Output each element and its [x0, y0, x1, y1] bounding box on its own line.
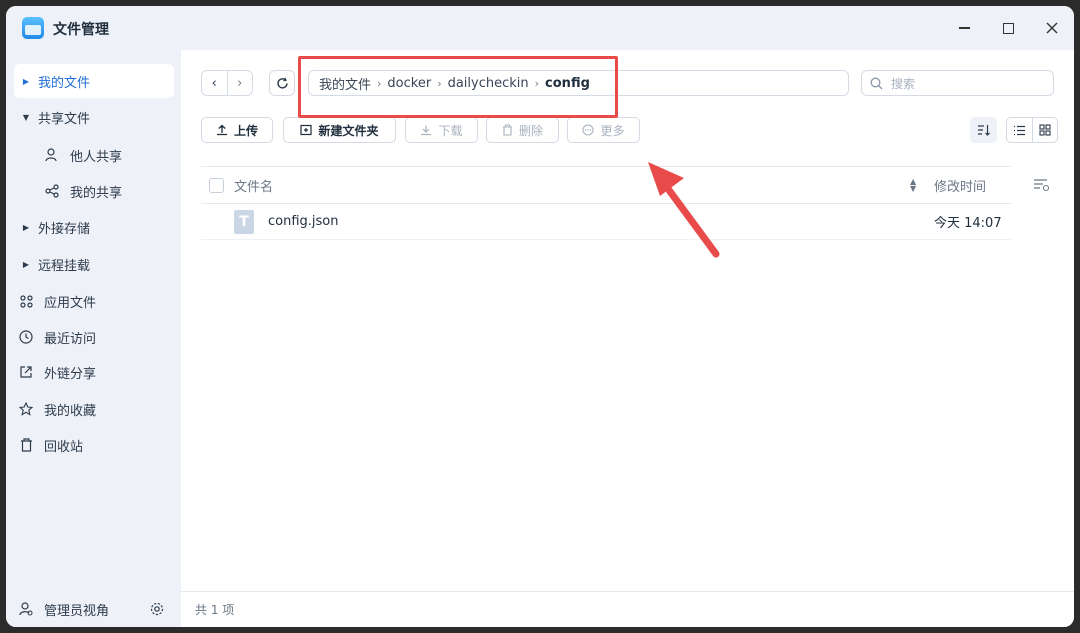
more-label: 更多 [600, 123, 625, 138]
more-button[interactable]: 更多 [567, 117, 640, 143]
file-manager-icon [22, 17, 44, 39]
sidebar-item-favorites[interactable]: 我的收藏 [14, 392, 174, 426]
upload-label: 上传 [233, 123, 258, 138]
list-view-button[interactable] [1007, 118, 1033, 142]
share-icon [40, 184, 64, 198]
sort-button[interactable] [970, 117, 997, 143]
more-icon [582, 124, 595, 136]
admin-view-label: 管理员视角 [44, 603, 110, 619]
title-bar: 文件管理 [6, 6, 1074, 50]
sort-icon [977, 125, 990, 136]
column-settings-icon [1034, 179, 1050, 192]
upload-button[interactable]: 上传 [201, 117, 273, 143]
forward-button[interactable]: › [228, 71, 253, 95]
close-button[interactable] [1038, 16, 1066, 40]
sidebar-item-label: 回收站 [44, 439, 84, 455]
sidebar-item-app-files[interactable]: 应用文件 [14, 284, 174, 318]
search-input[interactable]: 搜索 [861, 70, 1054, 96]
caret-right-icon: ▶ [22, 76, 30, 86]
sort-arrows-icon[interactable]: ▲ ▼ [910, 178, 916, 193]
file-manager-window: 文件管理 ▶ 我的文件 ▼ 共享文件 他人共享 我的共享 ▶ 外接存储 ▶ 远程… [6, 6, 1074, 627]
sidebar-item-label: 应用文件 [44, 295, 97, 311]
status-bar: 共 1 项 [181, 591, 1074, 627]
sidebar-item-shared-by-others[interactable]: 他人共享 [40, 138, 174, 172]
maximize-icon [1002, 22, 1014, 34]
column-header-name[interactable]: 文件名 [234, 176, 273, 195]
view-mode-toggle [1006, 117, 1058, 143]
download-icon [420, 124, 432, 136]
sidebar-item-label: 我的文件 [38, 75, 91, 91]
upload-icon [216, 124, 228, 136]
new-folder-label: 新建文件夹 [318, 123, 379, 138]
refresh-icon [276, 77, 288, 89]
sidebar-item-label: 我的共享 [70, 185, 123, 201]
trash-icon [14, 438, 38, 452]
admin-user-icon [14, 602, 38, 616]
download-label: 下载 [438, 123, 463, 138]
users-icon [40, 148, 64, 162]
sidebar-item-label: 我的收藏 [44, 403, 97, 419]
sidebar-item-remote-mount[interactable]: ▶ 远程挂载 [14, 247, 174, 281]
apps-grid-icon [14, 294, 38, 308]
table-header: 文件名 ▲ ▼ 修改时间 [201, 166, 1011, 204]
sidebar-item-link-share[interactable]: 外链分享 [14, 355, 174, 389]
minimize-icon [958, 27, 970, 29]
minimize-button[interactable] [950, 16, 978, 40]
star-icon [14, 402, 38, 416]
clock-icon [14, 330, 38, 344]
new-folder-icon [300, 124, 313, 136]
annotation-arrow-icon [648, 162, 720, 258]
item-count: 共 1 项 [195, 603, 235, 617]
search-icon [870, 77, 883, 89]
main-panel: ‹ › 我的文件 › docker › dailycheckin › confi… [181, 50, 1074, 627]
list-view-icon [1013, 125, 1025, 135]
sidebar-item-my-shares[interactable]: 我的共享 [40, 174, 174, 208]
select-all-checkbox[interactable] [209, 177, 224, 193]
sidebar-item-label: 共享文件 [38, 111, 91, 127]
table-row[interactable]: T config.json 今天 14:07 [201, 204, 1011, 240]
sidebar-item-label: 远程挂载 [38, 258, 91, 274]
sidebar-item-external-storage[interactable]: ▶ 外接存储 [14, 210, 174, 244]
sidebar-item-my-files[interactable]: ▶ 我的文件 [14, 64, 174, 98]
caret-right-icon: ▶ [22, 222, 30, 232]
sidebar-item-shared-files[interactable]: ▼ 共享文件 [14, 100, 174, 134]
sidebar-item-label: 最近访问 [44, 331, 97, 347]
annotation-highlight-box [298, 56, 618, 118]
sidebar-item-recent[interactable]: 最近访问 [14, 320, 174, 354]
chevron-right-icon: › [237, 75, 243, 91]
column-header-modified[interactable]: 修改时间 [934, 176, 986, 195]
grid-view-button[interactable] [1033, 118, 1058, 142]
caret-right-icon: ▶ [22, 259, 30, 269]
app-title: 文件管理 [53, 22, 109, 38]
back-button[interactable]: ‹ [202, 71, 228, 95]
gear-icon[interactable] [150, 602, 164, 620]
file-modified-time: 今天 14:07 [934, 216, 1002, 231]
maximize-button[interactable] [994, 16, 1022, 40]
file-name[interactable]: config.json [268, 214, 339, 229]
refresh-button[interactable] [269, 70, 295, 96]
sidebar-item-label: 他人共享 [70, 149, 123, 165]
sidebar: ▶ 我的文件 ▼ 共享文件 他人共享 我的共享 ▶ 外接存储 ▶ 远程挂载 应用… [6, 50, 181, 627]
trash-icon [502, 124, 513, 136]
sidebar-item-recycle-bin[interactable]: 回收站 [14, 428, 174, 462]
new-folder-button[interactable]: 新建文件夹 [283, 117, 396, 143]
search-placeholder: 搜索 [891, 76, 916, 91]
text-file-icon: T [234, 210, 254, 234]
delete-label: 删除 [518, 123, 543, 138]
column-settings-button[interactable] [1033, 178, 1051, 196]
chevron-left-icon: ‹ [211, 75, 217, 91]
sidebar-footer: 管理员视角 [6, 591, 181, 627]
download-button[interactable]: 下载 [405, 117, 478, 143]
sidebar-item-label: 外接存储 [38, 221, 91, 237]
external-link-icon [14, 365, 38, 379]
close-icon [1046, 22, 1058, 34]
sidebar-item-label: 外链分享 [44, 366, 97, 382]
caret-down-icon: ▼ [22, 112, 30, 122]
admin-view-toggle[interactable]: 管理员视角 [14, 592, 134, 626]
delete-button[interactable]: 删除 [486, 117, 559, 143]
history-nav: ‹ › [201, 70, 253, 96]
grid-view-icon [1039, 124, 1051, 136]
